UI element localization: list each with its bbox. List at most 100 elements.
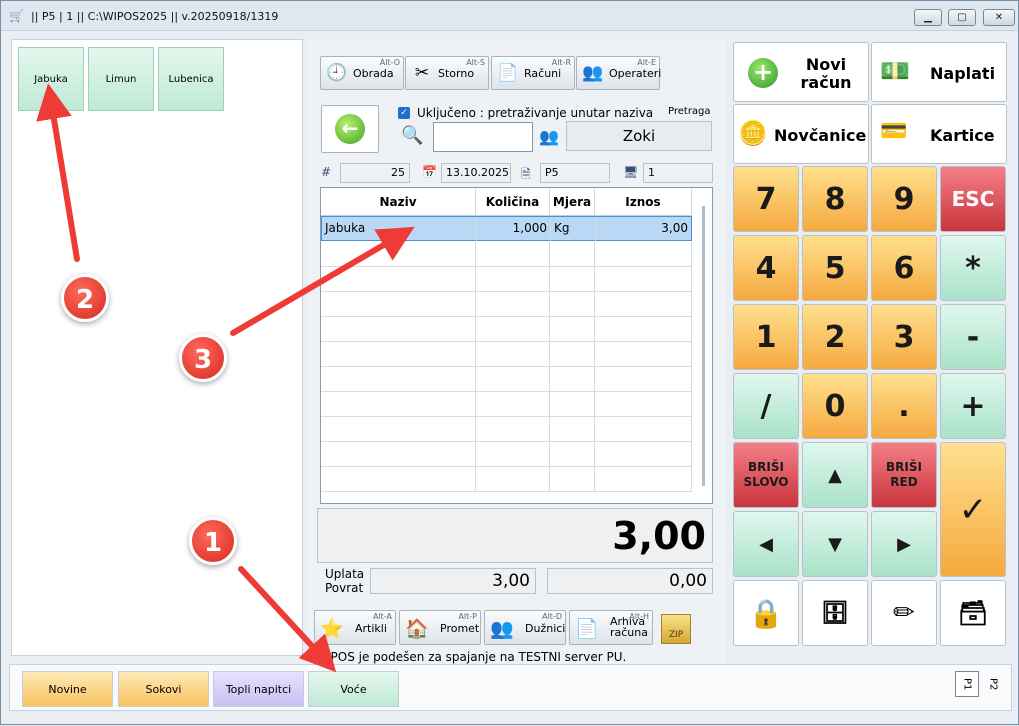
naplati-button[interactable]: 💵 Naplati [871, 42, 1007, 102]
computer-icon: 🖥 [623, 165, 639, 179]
duznici-shortcut: Alt-D [542, 612, 562, 621]
header-mjera[interactable]: Mjera [550, 188, 595, 216]
empty-cell [595, 342, 692, 366]
key-9[interactable]: 9 [871, 166, 937, 232]
confirm-button[interactable]: ✓ [940, 442, 1006, 577]
key-5[interactable]: 5 [802, 235, 868, 301]
window-title: || P5 | 1 || C:\WIPOS2025 || v.20250918/… [31, 10, 279, 23]
search-input[interactable] [433, 122, 533, 152]
cell-naziv: Jabuka [322, 217, 477, 241]
article-limun[interactable]: Limun [88, 47, 154, 111]
arrow-left-button[interactable]: ◀ [733, 511, 799, 577]
promet-button[interactable]: 🏠 Promet Alt-P [399, 610, 481, 645]
back-button[interactable]: ← [321, 105, 379, 153]
empty-cell [321, 367, 476, 391]
empty-cell [550, 292, 595, 316]
duznici-button[interactable]: 👥 Dužnici Alt-D [484, 610, 566, 645]
database-button[interactable]: 🗃 [940, 580, 1006, 646]
cash-drawer-button[interactable]: 🗄 [802, 580, 868, 646]
star-icon: ⭐ [320, 618, 344, 640]
header-naziv[interactable]: Naziv [321, 188, 476, 216]
key-plus[interactable]: + [940, 373, 1006, 439]
magnifier-icon: 🔍 [401, 125, 424, 146]
key-2[interactable]: 2 [802, 304, 868, 370]
table-row-empty [321, 292, 692, 317]
key-8[interactable]: 8 [802, 166, 868, 232]
naplati-label: Naplati [930, 64, 996, 83]
esc-button[interactable]: ESC [940, 166, 1006, 232]
articles-panel: Jabuka Limun Lubenica [11, 39, 303, 656]
arrow-up-icon: ▲ [828, 464, 842, 486]
obrada-button[interactable]: 🕘 Obrada Alt-O [320, 56, 404, 90]
empty-cell [550, 417, 595, 441]
brisi-red-button[interactable]: BRIŠI RED [871, 442, 937, 508]
key-minus[interactable]: - [940, 304, 1006, 370]
close-button[interactable]: ✕ [983, 9, 1015, 26]
novi-racun-button[interactable]: + Novi račun [733, 42, 869, 102]
archive-icon: 📄 [575, 618, 599, 640]
empty-cell [476, 392, 550, 416]
header-kolicina[interactable]: Količina [476, 188, 550, 216]
empty-cell [550, 267, 595, 291]
items-table: Naziv Količina Mjera Iznos Jabuka 1,000 … [320, 187, 713, 504]
key-0[interactable]: 0 [802, 373, 868, 439]
page-p1-button[interactable]: P1 [955, 671, 979, 697]
empty-cell [550, 367, 595, 391]
empty-cell [595, 242, 692, 266]
edit-button[interactable]: ✏ [871, 580, 937, 646]
arrow-up-button[interactable]: ▲ [802, 442, 868, 508]
artikli-button[interactable]: ⭐ Artikli Alt-A [314, 610, 396, 645]
pencil-icon: ✏ [893, 598, 915, 628]
category-voce[interactable]: Voće [308, 671, 399, 707]
operateri-shortcut: Alt-E [637, 58, 656, 67]
table-scrollbar[interactable] [702, 206, 705, 486]
arhiva-button[interactable]: 📄 Arhiva računa Alt-H [569, 610, 653, 645]
racuni-button[interactable]: 📄 Računi Alt-R [491, 56, 575, 90]
category-novine[interactable]: Novine [22, 671, 113, 707]
app-window: 🛒 || P5 | 1 || C:\WIPOS2025 || v.2025091… [0, 0, 1019, 725]
key-dot[interactable]: . [871, 373, 937, 439]
arrow-right-button[interactable]: ▶ [871, 511, 937, 577]
article-lubenica[interactable]: Lubenica [158, 47, 224, 111]
lock-icon: 🔒 [748, 596, 784, 630]
category-sokovi[interactable]: Sokovi [118, 671, 209, 707]
title-bar: 🛒 || P5 | 1 || C:\WIPOS2025 || v.2025091… [1, 1, 1018, 31]
empty-cell [321, 317, 476, 341]
key-4[interactable]: 4 [733, 235, 799, 301]
key-1[interactable]: 1 [733, 304, 799, 370]
maximize-button[interactable]: ▢ [948, 9, 976, 26]
keypad-panel: + Novi račun 💵 Naplati 🪙 Novčanice 💳 Kar… [730, 39, 1013, 649]
header-iznos[interactable]: Iznos [595, 188, 692, 216]
operateri-button[interactable]: 👥 Operateri Alt-E [576, 56, 662, 90]
brisi-slovo-button[interactable]: BRIŠI SLOVO [733, 442, 799, 508]
lock-button[interactable]: 🔒 [733, 580, 799, 646]
empty-cell [595, 417, 692, 441]
key-3[interactable]: 3 [871, 304, 937, 370]
obrada-label: Obrada [353, 67, 394, 80]
novcanice-button[interactable]: 🪙 Novčanice [733, 104, 869, 164]
money-hand-icon: 💵 [880, 57, 910, 85]
operator-button[interactable]: Zoki [566, 121, 712, 151]
arrow-down-button[interactable]: ▼ [802, 511, 868, 577]
empty-cell [550, 467, 595, 491]
key-6[interactable]: 6 [871, 235, 937, 301]
article-jabuka[interactable]: Jabuka [18, 47, 84, 111]
uplata-label: Uplata [325, 567, 365, 581]
minimize-button[interactable]: ▁ [914, 9, 942, 26]
key-divide[interactable]: / [733, 373, 799, 439]
location-icon: 🗎 [521, 167, 531, 181]
empty-cell [595, 267, 692, 291]
key-multiply[interactable]: * [940, 235, 1006, 301]
zip-icon[interactable]: ZIP [661, 614, 691, 644]
key-7[interactable]: 7 [733, 166, 799, 232]
cell-iznos: 3,00 [661, 221, 688, 235]
operateri-label: Operateri [609, 67, 662, 80]
category-topli-napitci[interactable]: Topli napitci [213, 671, 304, 707]
empty-cell [595, 317, 692, 341]
table-row[interactable]: Jabuka 1,000 Kg 3,00 [321, 216, 692, 241]
page-p2-button[interactable]: P2 [981, 671, 1005, 697]
search-inside-checkbox[interactable]: ✓ [398, 107, 410, 119]
storno-button[interactable]: ✂ Storno Alt-S [405, 56, 489, 90]
arrow-left-icon: ← [335, 114, 365, 144]
kartice-button[interactable]: 💳 Kartice [871, 104, 1007, 164]
